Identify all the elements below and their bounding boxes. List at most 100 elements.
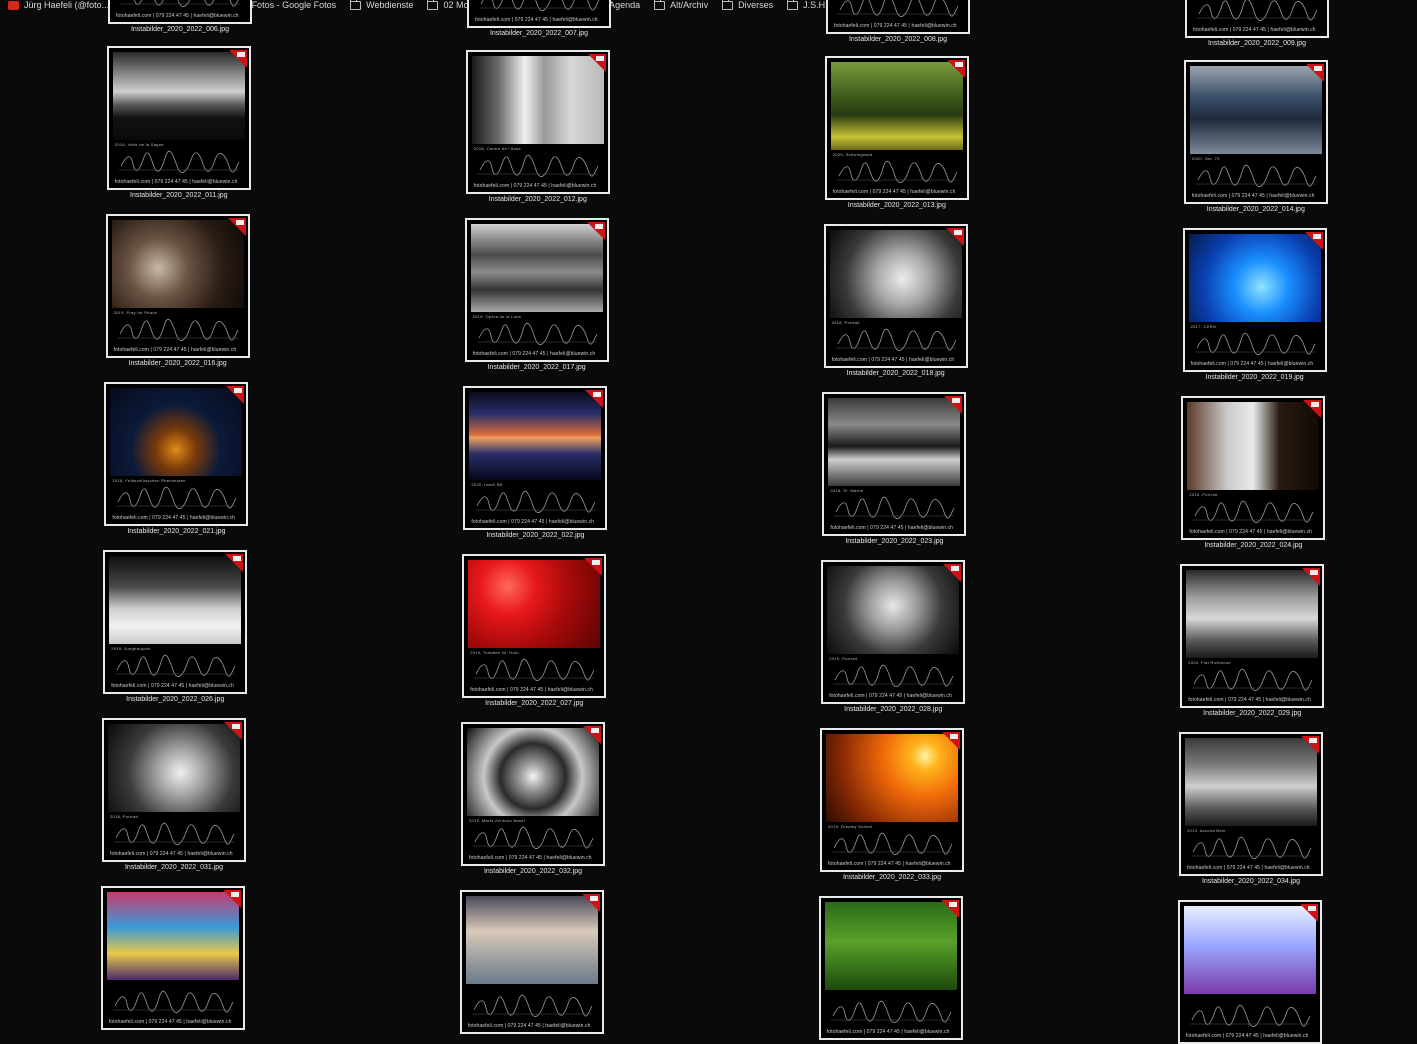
signature-watermark [479,0,600,11]
file-name: Instabilder_2020_2022_013.jpg [847,202,946,209]
file-name: Instabilder_2020_2022_024.jpg [1204,542,1303,549]
signature-watermark [1193,500,1314,523]
photo-caption: 2017, CERN [1190,324,1217,329]
folder-icon [722,0,734,10]
thumbnail-card[interactable]: 2017, CERN fotohaefeli.com | 079 224 47 4… [1182,228,1327,372]
signature-watermark [115,654,236,677]
signature-watermark [830,1000,952,1023]
contact-line: fotohaefeli.com | 079 224 47 45 | haefel… [111,683,234,689]
thumbnail-card[interactable]: 2019, Portrait fotohaefeli.com | 079 224 … [821,560,966,704]
swiss-flag-corner-icon [226,386,245,404]
thumbnail-card[interactable]: fotohaefeli.com | 079 224 47 45 | haefel… [1177,900,1322,1044]
contact-line: fotohaefeli.com | 079 224 47 45 | haefel… [475,17,598,23]
photo-caption: 2016, Portrait [1189,492,1218,497]
photo-caption: 2019, Portrait [829,656,858,661]
signature-watermark [112,990,234,1013]
thumbnail-photo [106,892,239,980]
contact-line: fotohaefeli.com | 079 224 47 45 | haefel… [1191,193,1315,199]
thumbnail-photo [1185,738,1317,826]
thumbnail-card[interactable]: 2019, Pray for Peace fotohaefeli.com | 07… [105,214,250,358]
thumbnail-card[interactable]: 2016, St. Martin fotohaefeli.com | 079 22… [822,392,967,536]
file-name: Instabilder_2020_2022_032.jpg [483,868,583,875]
thumbnail-card[interactable]: 2019, Ascona Beer fotohaefeli.com | 079 2… [1179,732,1323,876]
thumbnail-photo [111,220,244,308]
thumbnail-card[interactable]: fotohaefeli.com | 079 224 47 45 | haefel… [467,0,611,28]
contact-line: fotohaefeli.com | 079 224 47 45 | haefel… [108,1019,232,1025]
thumbnail-card[interactable]: 2020, Fiat Richmond fotohaefeli.com | 079… [1180,564,1325,708]
contact-line: fotohaefeli.com | 079 224 47 45 | haefel… [832,189,956,195]
thumbnail-photo [465,896,598,984]
swiss-flag-corner-icon [940,900,959,918]
bookmark-item[interactable]: Webdienste [350,0,413,10]
photo-caption: 2019, Tomaten Nr. Holo [470,650,519,655]
thumbnail-card[interactable]: 2018, Feldschlösschen Rheinfelden fotohae… [104,382,249,526]
thumbnail-card[interactable]: 2019, Dreamy Sunset fotohaefeli.com | 079… [820,728,964,872]
signature-watermark [116,486,237,509]
thumbnail-card[interactable]: 2018, Portrait fotohaefeli.com | 079 224 … [102,718,246,862]
contact-line: fotohaefeli.com | 079 224 47 45 | haefel… [831,357,955,363]
thumbnail-card[interactable]: 2020, Schwingwald fotohaefeli.com | 079 2… [824,56,969,200]
bookmark-item[interactable]: Diverses [722,0,773,10]
file-name: Instabilder_2020_2022_018.jpg [846,370,945,377]
swiss-flag-corner-icon [1303,400,1322,418]
thumbnail-card[interactable]: 2020, Gm. 70 fotohaefeli.com | 079 224 47… [1183,60,1328,204]
contact-line: fotohaefeli.com | 079 224 47 45 | haefel… [116,13,239,19]
swiss-flag-corner-icon [1304,232,1323,250]
thumbnail-card[interactable]: fotohaefeli.com | 079 224 47 45 | haefel… [1185,0,1329,38]
thumbnail-card[interactable]: fotohaefeli.com | 079 224 47 45 | haefel… [818,896,963,1040]
file-name: Instabilder_2020_2022_019.jpg [1205,374,1304,381]
thumbnail-card[interactable]: 2016, Portrait fotohaefeli.com | 079 224 … [1181,396,1326,540]
contact-line: fotohaefeli.com | 079 224 47 45 | haefel… [1187,865,1310,871]
file-name: Instabilder_2020_2022_029.jpg [1203,710,1302,717]
contact-line: fotohaefeli.com | 079 224 47 45 | haefel… [828,861,951,867]
folder-icon [427,0,439,10]
thumbnail-card[interactable]: 2020, Inseli BE fotohaefeli.com | 079 224… [463,386,608,530]
bookmark-item[interactable]: Alt/Archiv [654,0,708,10]
swiss-flag-corner-icon [585,390,604,408]
photo-caption: 2020, Schwingwald [832,152,873,157]
signature-watermark [120,0,240,7]
thumbnail-photo [1186,570,1319,658]
file-name: Instabilder_2020_2022_014.jpg [1206,206,1305,213]
file-name: Instabilder_2020_2022_008.jpg [848,36,948,43]
thumbnail-photo [108,724,240,812]
thumbnail-card[interactable]: 2019, Markt-Zentrum Basel fotohaefeli.com… [461,722,605,866]
photo-caption: 2019, Markt-Zentrum Basel [469,818,525,823]
thumbnail-photo [469,392,602,480]
thumbnail-card[interactable]: fotohaefeli.com | 079 224 47 45 | haefel… [826,0,970,34]
thumbnail-photo [828,398,961,486]
bookmark-item[interactable]: Jürg Haefeli (@foto... [8,0,109,10]
folder-icon [350,0,362,10]
file-name: Instabilder_2020_2022_017.jpg [487,364,586,371]
photo-caption: 2020, Inseli BE [471,482,503,487]
thumbnail-photo [109,556,242,644]
folder-icon [654,0,666,10]
contact-line: fotohaefeli.com | 079 224 47 45 | haefel… [829,693,952,699]
photo-caption: 2019, Opéra de la Lune [472,314,522,319]
swiss-flag-corner-icon [227,218,246,236]
file-name: Instabilder_2020_2022_012.jpg [488,196,587,203]
swiss-flag-corner-icon [1299,904,1318,922]
contact-line: fotohaefeli.com | 079 224 47 45 | haefel… [826,1029,950,1035]
thumbnail-card[interactable]: fotohaefeli.com | 079 224 47 45 | haefel… [459,890,604,1034]
thumbnail-card[interactable]: 2018, Valle de la Sagne fotohaefeli.com |… [106,46,251,190]
thumbnail-card[interactable]: fotohaefeli.com | 079 224 47 45 | haefel… [100,886,245,1030]
thumbnail-card[interactable]: 2019, Opéra de la Lune fotohaefeli.com | … [464,218,609,362]
thumbnail-photo [826,734,958,822]
file-name: Instabilder_2020_2022_031.jpg [124,864,224,871]
swiss-flag-corner-icon [224,722,242,740]
thumbnail-card[interactable]: 2018, Portrait fotohaefeli.com | 079 224 … [823,224,968,368]
file-name: Instabilder_2020_2022_011.jpg [130,192,228,199]
thumbnail-photo [1188,234,1321,322]
bookmark-label: Diverses [738,0,774,10]
photo-caption: 2016, St. Martin [830,488,864,493]
contact-line: fotohaefeli.com | 079 224 47 45 | haefel… [112,515,236,521]
thumbnail-card[interactable]: 2019, Jungfraujoch fotohaefeli.com | 079 … [103,550,248,694]
signature-watermark [838,0,959,17]
signature-watermark [475,490,596,513]
contact-line: fotohaefeli.com | 079 224 47 45 | haefel… [110,851,233,857]
thumbnail-card[interactable]: 2018, Centre de l'Anse fotohaefeli.com | … [465,50,610,194]
thumbnail-card[interactable]: 2019, Tomaten Nr. Holo fotohaefeli.com | … [462,554,607,698]
thumbnail-card[interactable]: fotohaefeli.com | 079 224 47 45 | haefel… [108,0,252,24]
swiss-flag-corner-icon [228,50,247,68]
